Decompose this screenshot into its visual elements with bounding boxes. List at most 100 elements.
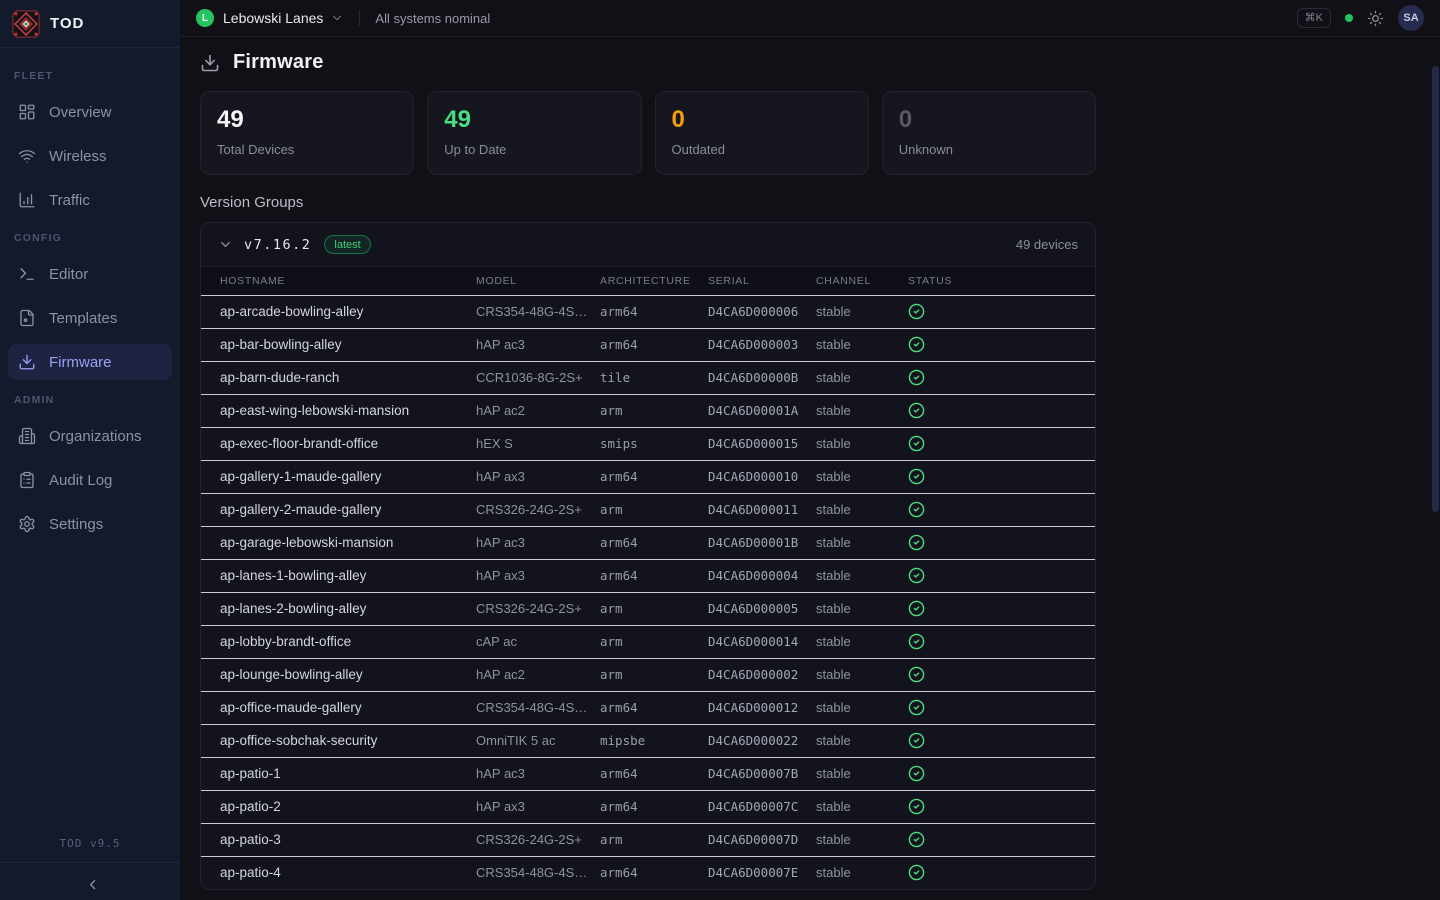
check-circle-icon	[908, 798, 925, 815]
cell-channel: stable	[816, 724, 908, 757]
cell-model: CRS354-48G-4S+…	[476, 691, 600, 724]
cell-status	[908, 592, 1095, 625]
cell-hostname: ap-patio-1	[201, 757, 476, 790]
building-icon	[18, 427, 36, 445]
brand-logo-icon	[12, 10, 40, 38]
table-row[interactable]: ap-bar-bowling-alley hAP ac3 arm64 D4CA6…	[201, 328, 1095, 361]
table-row[interactable]: ap-patio-4 CRS354-48G-4S+… arm64 D4CA6D0…	[201, 856, 1095, 889]
table-row[interactable]: ap-lanes-2-bowling-alley CRS326-24G-2S+ …	[201, 592, 1095, 625]
user-avatar[interactable]: SA	[1398, 5, 1424, 31]
table-row[interactable]: ap-lobby-brandt-office cAP ac arm D4CA6D…	[201, 625, 1095, 658]
sidebar-item-templates[interactable]: Templates	[8, 300, 172, 336]
cell-channel: stable	[816, 658, 908, 691]
sidebar-item-audit-log[interactable]: Audit Log	[8, 462, 172, 498]
cell-serial: D4CA6D00007D	[708, 823, 816, 856]
cell-channel: stable	[816, 790, 908, 823]
cell-channel: stable	[816, 625, 908, 658]
cell-hostname: ap-bar-bowling-alley	[201, 328, 476, 361]
section-title: Version Groups	[200, 194, 1096, 211]
cell-status	[908, 559, 1095, 592]
cell-status	[908, 526, 1095, 559]
cell-architecture: arm64	[600, 856, 708, 889]
cell-serial: D4CA6D00007C	[708, 790, 816, 823]
table-row[interactable]: ap-gallery-1-maude-gallery hAP ax3 arm64…	[201, 460, 1095, 493]
sidebar-item-settings[interactable]: Settings	[8, 506, 172, 542]
sidebar-item-overview[interactable]: Overview	[8, 94, 172, 130]
table-row[interactable]: ap-patio-1 hAP ac3 arm64 D4CA6D00007B st…	[201, 757, 1095, 790]
cell-serial: D4CA6D000011	[708, 493, 816, 526]
page-header: Firmware	[200, 51, 1096, 74]
cell-channel: stable	[816, 460, 908, 493]
table-row[interactable]: ap-office-maude-gallery CRS354-48G-4S+… …	[201, 691, 1095, 724]
sidebar-item-organizations[interactable]: Organizations	[8, 418, 172, 454]
cell-serial: D4CA6D000010	[708, 460, 816, 493]
cell-serial: D4CA6D000006	[708, 295, 816, 328]
cell-architecture: arm	[600, 823, 708, 856]
gear-icon	[18, 515, 36, 533]
cell-model: OmniTIK 5 ac	[476, 724, 600, 757]
cell-status	[908, 328, 1095, 361]
cell-architecture: arm64	[600, 328, 708, 361]
cell-architecture: arm64	[600, 790, 708, 823]
cell-status	[908, 361, 1095, 394]
table-row[interactable]: ap-lanes-1-bowling-alley hAP ax3 arm64 D…	[201, 559, 1095, 592]
sidebar-item-wireless[interactable]: Wireless	[8, 138, 172, 174]
table-header-row: HOSTNAME MODEL ARCHITECTURE SERIAL CHANN…	[201, 267, 1095, 295]
org-avatar: L	[196, 9, 214, 27]
scrollbar-thumb[interactable]	[1432, 66, 1439, 512]
sidebar-collapse-button[interactable]	[0, 862, 180, 900]
table-row[interactable]: ap-office-sobchak-security OmniTIK 5 ac …	[201, 724, 1095, 757]
cell-hostname: ap-gallery-2-maude-gallery	[201, 493, 476, 526]
page-content: Firmware 49 Total Devices 49 Up to Date …	[180, 37, 1096, 890]
sidebar-item-traffic[interactable]: Traffic	[8, 182, 172, 218]
cell-channel: stable	[816, 328, 908, 361]
table-row[interactable]: ap-garage-lebowski-mansion hAP ac3 arm64…	[201, 526, 1095, 559]
sidebar-item-editor[interactable]: Editor	[8, 256, 172, 292]
table-row[interactable]: ap-patio-3 CRS326-24G-2S+ arm D4CA6D0000…	[201, 823, 1095, 856]
cell-channel: stable	[816, 394, 908, 427]
cell-hostname: ap-lounge-bowling-alley	[201, 658, 476, 691]
cell-status	[908, 691, 1095, 724]
table-row[interactable]: ap-east-wing-lebowski-mansion hAP ac2 ar…	[201, 394, 1095, 427]
version-group-header[interactable]: v7.16.2 latest 49 devices	[201, 223, 1095, 267]
brand: TOD	[0, 0, 180, 48]
cell-architecture: tile	[600, 361, 708, 394]
table-row[interactable]: ap-arcade-bowling-alley CRS354-48G-4S+… …	[201, 295, 1095, 328]
table-row[interactable]: ap-patio-2 hAP ax3 arm64 D4CA6D00007C st…	[201, 790, 1095, 823]
table-row[interactable]: ap-barn-dude-ranch CCR1036-8G-2S+ tile D…	[201, 361, 1095, 394]
table-row[interactable]: ap-gallery-2-maude-gallery CRS326-24G-2S…	[201, 493, 1095, 526]
table-row[interactable]: ap-exec-floor-brandt-office hEX S smips …	[201, 427, 1095, 460]
theme-toggle-sun-icon[interactable]	[1367, 10, 1384, 27]
cell-architecture: smips	[600, 427, 708, 460]
check-circle-icon	[908, 567, 925, 584]
cell-serial: D4CA6D00001B	[708, 526, 816, 559]
cell-hostname: ap-gallery-1-maude-gallery	[201, 460, 476, 493]
system-status-text: All systems nominal	[375, 11, 490, 26]
stat-card-unknown: 0 Unknown	[882, 91, 1096, 175]
check-circle-icon	[908, 633, 925, 650]
command-palette-shortcut[interactable]: ⌘K	[1297, 8, 1331, 28]
stat-label: Total Devices	[217, 142, 397, 157]
cell-serial: D4CA6D000022	[708, 724, 816, 757]
cell-architecture: arm64	[600, 526, 708, 559]
col-architecture: ARCHITECTURE	[600, 267, 708, 295]
stat-value: 0	[672, 105, 852, 135]
main-area: L Lebowski Lanes All systems nominal ⌘K …	[180, 0, 1440, 900]
check-circle-icon	[908, 534, 925, 551]
cell-model: CRS326-24G-2S+	[476, 823, 600, 856]
chevron-down-icon[interactable]	[330, 11, 344, 25]
download-icon	[18, 353, 36, 371]
cell-serial: D4CA6D00007E	[708, 856, 816, 889]
device-count: 49 devices	[1016, 237, 1078, 252]
stat-label: Outdated	[672, 142, 852, 157]
sidebar-item-label: Organizations	[49, 428, 142, 445]
topbar-actions: ⌘K SA	[1297, 5, 1424, 31]
version-group: v7.16.2 latest 49 devices HOSTNAME MODEL…	[200, 222, 1096, 890]
device-table-body: ap-arcade-bowling-alley CRS354-48G-4S+… …	[201, 295, 1095, 889]
cell-architecture: arm64	[600, 691, 708, 724]
cell-hostname: ap-patio-3	[201, 823, 476, 856]
layout-grid-icon	[18, 103, 36, 121]
table-row[interactable]: ap-lounge-bowling-alley hAP ac2 arm D4CA…	[201, 658, 1095, 691]
sidebar-item-firmware[interactable]: Firmware	[8, 344, 172, 380]
org-switcher[interactable]: Lebowski Lanes	[223, 10, 323, 26]
